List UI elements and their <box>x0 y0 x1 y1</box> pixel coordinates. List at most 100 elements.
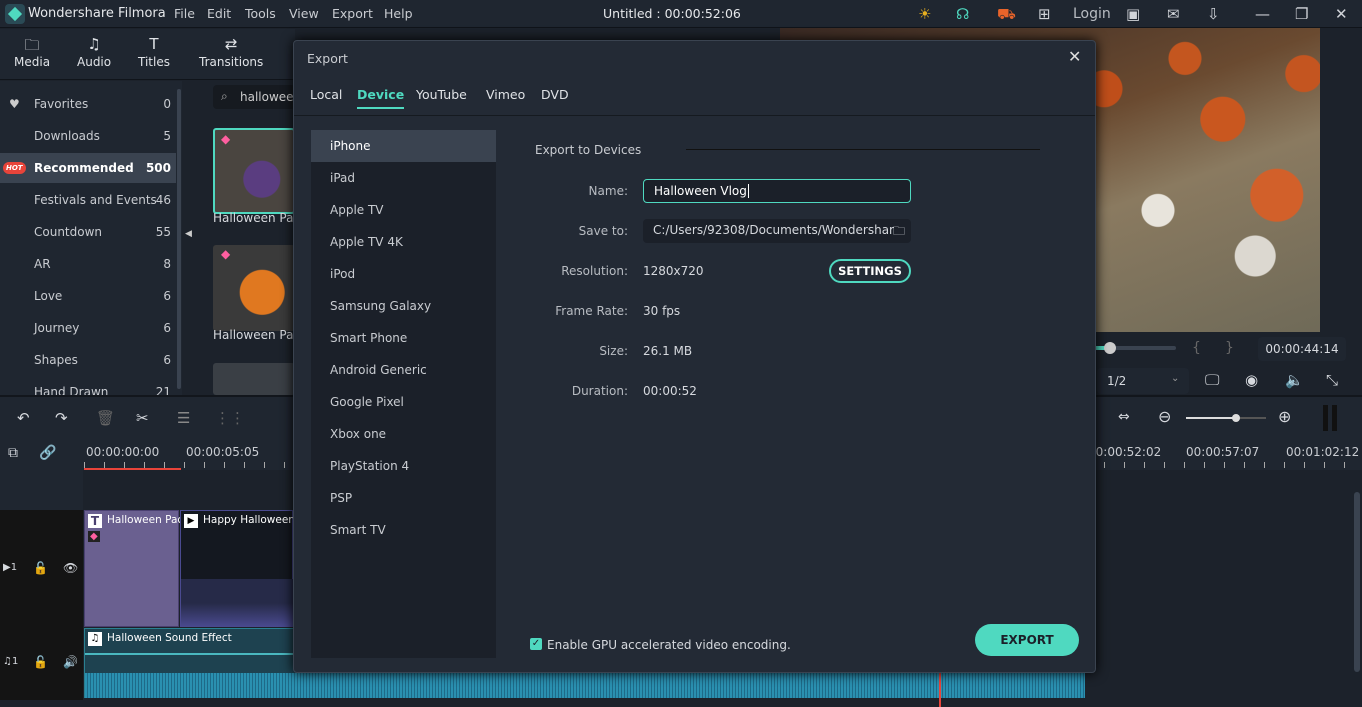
quality-value: 1/2 <box>1107 374 1127 388</box>
audio-wave-icon[interactable]: ⋮⋮ <box>215 409 245 427</box>
zoom-out-icon[interactable]: ⊖ <box>1158 407 1171 426</box>
close-icon[interactable]: ✕ <box>1068 47 1081 66</box>
download-icon[interactable]: ⇩ <box>1207 5 1220 23</box>
gpu-label: Enable GPU accelerated video encoding. <box>547 638 791 652</box>
device-item-ipad[interactable]: iPad <box>311 162 496 194</box>
tab-transitions[interactable]: ⇄ Transitions <box>199 35 263 69</box>
sidebar-item-festivals[interactable]: Festivals and Events 46 <box>0 185 176 215</box>
fullscreen-icon[interactable]: ⤡ <box>1326 371 1338 389</box>
mail-icon[interactable]: ✉ <box>1167 5 1180 23</box>
playhead[interactable] <box>939 670 941 707</box>
scissors-icon[interactable]: ✂ <box>136 409 149 427</box>
lightbulb-icon[interactable]: ☀ <box>918 5 931 23</box>
ruler-label: 00:00:52:02 <box>1088 445 1162 459</box>
name-input[interactable]: Halloween Vlog <box>643 179 911 203</box>
media-thumb-3[interactable] <box>213 363 295 395</box>
folder-icon[interactable]: 🗀 <box>893 222 905 243</box>
video-track-icon: ▶1 <box>3 562 18 573</box>
mark-in-icon[interactable]: { <box>1192 340 1201 356</box>
tab-device[interactable]: Device <box>357 87 405 109</box>
tab-audio[interactable]: ♫ Audio <box>77 35 111 69</box>
adjust-icon[interactable]: ☰ <box>177 409 190 427</box>
ruler-label: 00:00:00:00 <box>86 445 160 459</box>
sidebar-item-ar[interactable]: AR 8 <box>0 249 176 279</box>
sidebar-item-journey[interactable]: Journey 6 <box>0 313 176 343</box>
search-input[interactable]: ⌕ halloween <box>213 85 301 109</box>
sidebar-item-favorites[interactable]: ♥ Favorites 0 <box>0 89 176 119</box>
tab-youtube[interactable]: YouTube <box>416 87 467 102</box>
speaker-icon[interactable]: 🔊 <box>63 655 78 669</box>
device-item-playstation-4[interactable]: PlayStation 4 <box>311 450 496 482</box>
sidebar-item-shapes[interactable]: Shapes 6 <box>0 345 176 375</box>
device-item-google-pixel[interactable]: Google Pixel <box>311 386 496 418</box>
tab-vimeo[interactable]: Vimeo <box>486 87 525 102</box>
menu-view[interactable]: View <box>289 6 319 21</box>
slider-handle[interactable] <box>1104 342 1116 354</box>
gpu-checkbox[interactable]: ✓ <box>530 638 542 650</box>
playback-slider[interactable] <box>1096 342 1176 354</box>
headset-icon[interactable]: ☊ <box>956 5 969 23</box>
device-item-iphone[interactable]: iPhone <box>311 130 496 162</box>
quality-select[interactable]: 1/2 ⌄ <box>1097 368 1189 394</box>
item-label: Countdown <box>34 225 103 239</box>
zoom-in-icon[interactable]: ⊕ <box>1278 407 1291 426</box>
item-count: 6 <box>163 353 171 367</box>
add-track-icon[interactable]: ⧉ <box>8 445 18 461</box>
sidebar-item-countdown[interactable]: Countdown 55 <box>0 217 176 247</box>
device-item-smart-phone[interactable]: Smart Phone <box>311 322 496 354</box>
sidebar-item-hand-drawn[interactable]: Hand Drawn 21 <box>0 377 176 395</box>
sidebar-item-downloads[interactable]: Downloads 5 <box>0 121 176 151</box>
menu-edit[interactable]: Edit <box>207 6 231 21</box>
device-item-samsung-galaxy[interactable]: Samsung Galaxy <box>311 290 496 322</box>
pause-icon[interactable] <box>1323 405 1337 431</box>
fit-icon[interactable]: ⇔ <box>1118 409 1130 425</box>
minimize-icon[interactable]: — <box>1255 5 1270 23</box>
camera-icon[interactable]: ◉ <box>1245 371 1258 389</box>
restore-icon[interactable]: ❐ <box>1295 5 1308 23</box>
resolution-value: 1280x720 <box>643 264 704 278</box>
sidebar-item-recommended[interactable]: HOT Recommended 500 <box>0 153 176 183</box>
device-item-ipod[interactable]: iPod <box>311 258 496 290</box>
redo-icon[interactable]: ↷ <box>55 409 68 427</box>
menu-help[interactable]: Help <box>384 6 413 21</box>
sidebar-item-love[interactable]: Love 6 <box>0 281 176 311</box>
media-thumb-1[interactable]: ◆ <box>213 128 295 214</box>
eye-icon[interactable]: 👁 <box>63 561 78 575</box>
video-clip[interactable]: ▶ Happy Halloween <box>180 510 295 627</box>
device-item-smart-tv[interactable]: Smart TV <box>311 514 496 546</box>
lock-icon[interactable]: 🔓 <box>33 655 48 669</box>
volume-icon[interactable]: 🔈 <box>1285 371 1304 389</box>
save-icon[interactable]: ▣ <box>1126 5 1140 23</box>
tab-media[interactable]: 🗀 Media <box>14 35 50 69</box>
mark-out-icon[interactable]: } <box>1225 340 1234 356</box>
title-clip[interactable]: T Halloween Pack ◆ <box>84 510 189 627</box>
sidebar-scrollbar[interactable] <box>177 89 181 389</box>
link-icon[interactable]: 🔗 <box>39 445 56 461</box>
close-app-icon[interactable]: ✕ <box>1335 5 1348 23</box>
device-item-apple-tv[interactable]: Apple TV <box>311 194 496 226</box>
tab-titles[interactable]: T Titles <box>138 35 170 69</box>
display-icon[interactable]: 🖵 <box>1205 371 1219 389</box>
media-thumb-2[interactable]: ◆ <box>213 245 295 331</box>
menu-file[interactable]: File <box>174 6 195 21</box>
settings-button[interactable]: SETTINGS <box>829 259 911 283</box>
gift-icon[interactable]: ⊞ <box>1038 5 1051 23</box>
device-item-android-generic[interactable]: Android Generic <box>311 354 496 386</box>
save-path-input[interactable]: C:/Users/92308/Documents/Wondershar 🗀 <box>643 219 911 243</box>
timeline-scrollbar[interactable] <box>1354 492 1360 672</box>
zoom-slider[interactable] <box>1186 414 1266 422</box>
undo-icon[interactable]: ↶ <box>17 409 30 427</box>
delete-icon[interactable]: 🗑 <box>96 409 115 427</box>
lock-icon[interactable]: 🔓 <box>33 561 48 575</box>
device-item-psp[interactable]: PSP <box>311 482 496 514</box>
device-item-xbox-one[interactable]: Xbox one <box>311 418 496 450</box>
export-button[interactable]: EXPORT <box>975 624 1079 656</box>
menu-export[interactable]: Export <box>332 6 373 21</box>
cart-icon[interactable]: ⛟ <box>997 5 1016 25</box>
tab-dvd[interactable]: DVD <box>541 87 569 102</box>
menu-tools[interactable]: Tools <box>245 6 276 21</box>
collapse-arrow-icon[interactable]: ◀ <box>185 229 192 239</box>
login-button[interactable]: Login <box>1073 6 1111 22</box>
device-item-apple-tv-4k[interactable]: Apple TV 4K <box>311 226 496 258</box>
tab-local[interactable]: Local <box>310 87 342 102</box>
